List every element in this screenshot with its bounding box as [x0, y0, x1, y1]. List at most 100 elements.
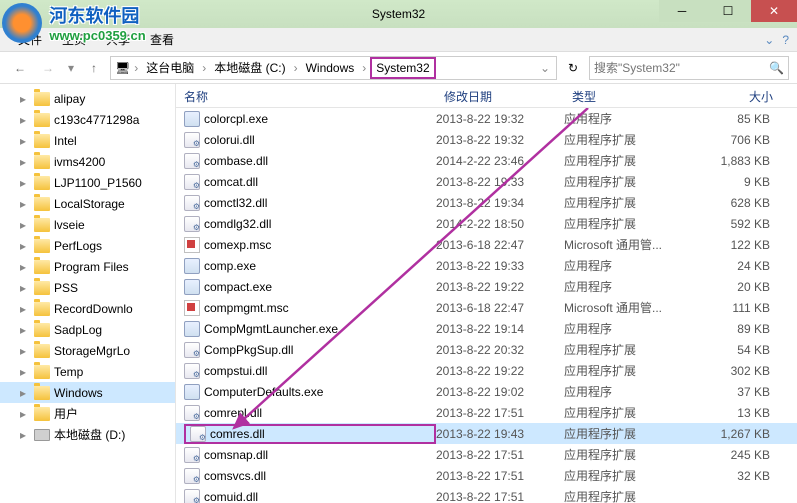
column-header-date[interactable]: 修改日期	[436, 84, 564, 107]
tree-item[interactable]: ▸PerfLogs	[0, 235, 175, 256]
file-row[interactable]: compstui.dll2013-8-22 19:22应用程序扩展302 KB	[176, 360, 797, 381]
file-row[interactable]: comcat.dll2013-8-22 19:33应用程序扩展9 KB	[176, 171, 797, 192]
breadcrumb-seg-pc[interactable]: 这台电脑	[142, 57, 198, 78]
expand-icon[interactable]: ▸	[20, 197, 32, 211]
address-dropdown-icon[interactable]: ⌄	[538, 61, 552, 75]
expand-icon[interactable]: ▸	[20, 92, 32, 106]
expand-icon[interactable]: ▸	[20, 428, 32, 442]
breadcrumb-seg-drive[interactable]: 本地磁盘 (C:)	[210, 57, 289, 78]
expand-icon[interactable]: ▸	[20, 113, 32, 127]
expand-icon[interactable]: ▸	[20, 344, 32, 358]
menu-share[interactable]: 共享	[96, 29, 140, 50]
column-header-type[interactable]: 类型	[564, 84, 682, 107]
file-size: 54 KB	[682, 343, 778, 357]
tree-item[interactable]: ▸Program Files	[0, 256, 175, 277]
file-row[interactable]: colorui.dll2013-8-22 19:32应用程序扩展706 KB	[176, 129, 797, 150]
expand-icon[interactable]: ▸	[20, 365, 32, 379]
column-header-name[interactable]: 名称	[176, 84, 436, 107]
back-button[interactable]: ←	[8, 56, 32, 80]
chevron-right-icon[interactable]: ›	[200, 61, 208, 75]
file-row[interactable]: comrepl.dll2013-8-22 17:51应用程序扩展13 KB	[176, 402, 797, 423]
tree-item[interactable]: ▸StorageMgrLo	[0, 340, 175, 361]
file-name: compstui.dll	[204, 364, 267, 378]
expand-icon[interactable]: ▸	[20, 239, 32, 253]
close-button[interactable]: ✕	[751, 0, 797, 22]
navigation-tree[interactable]: ▸alipay▸c193c4771298a▸Intel▸ivms4200▸LJP…	[0, 84, 176, 503]
file-row[interactable]: comres.dll2013-8-22 19:43应用程序扩展1,267 KB	[176, 423, 797, 444]
tree-item[interactable]: ▸PSS	[0, 277, 175, 298]
file-row[interactable]: combase.dll2014-2-22 23:46应用程序扩展1,883 KB	[176, 150, 797, 171]
file-name: comexp.msc	[204, 238, 271, 252]
expand-icon[interactable]: ▸	[20, 323, 32, 337]
expand-icon[interactable]: ▸	[20, 218, 32, 232]
search-input[interactable]	[594, 61, 769, 75]
tree-item-label: LocalStorage	[54, 197, 125, 211]
menu-file[interactable]: 文件	[8, 29, 52, 50]
file-row[interactable]: CompMgmtLauncher.exe2013-8-22 19:14应用程序8…	[176, 318, 797, 339]
expand-icon[interactable]: ▸	[20, 134, 32, 148]
up-button[interactable]: ↑	[82, 56, 106, 80]
tree-item[interactable]: ▸Temp	[0, 361, 175, 382]
file-row[interactable]: ComputerDefaults.exe2013-8-22 19:02应用程序3…	[176, 381, 797, 402]
file-list[interactable]: colorcpl.exe2013-8-22 19:32应用程序85 KBcolo…	[176, 108, 797, 503]
file-name: compact.exe	[204, 280, 272, 294]
tree-item-label: SadpLog	[54, 323, 102, 337]
file-row[interactable]: comdlg32.dll2014-2-22 18:50应用程序扩展592 KB	[176, 213, 797, 234]
file-row[interactable]: comexp.msc2013-6-18 22:47Microsoft 通用管..…	[176, 234, 797, 255]
expand-icon[interactable]: ▸	[20, 302, 32, 316]
folder-icon	[34, 407, 50, 421]
tree-item[interactable]: ▸RecordDownlo	[0, 298, 175, 319]
tree-item[interactable]: ▸ SadpLog	[0, 319, 175, 340]
tree-item[interactable]: ▸用户	[0, 403, 175, 424]
menu-home[interactable]: 主页	[52, 29, 96, 50]
file-row[interactable]: comctl32.dll2013-8-22 19:34应用程序扩展628 KB	[176, 192, 797, 213]
breadcrumb[interactable]: 🖥 › 这台电脑 › 本地磁盘 (C:) › Windows › System3…	[110, 56, 557, 80]
file-row[interactable]: compmgmt.msc2013-6-18 22:47Microsoft 通用管…	[176, 297, 797, 318]
file-size: 9 KB	[682, 175, 778, 189]
file-name-cell: compstui.dll	[184, 363, 436, 379]
tree-item[interactable]: ▸c193c4771298a	[0, 109, 175, 130]
expand-icon[interactable]: ▸	[20, 176, 32, 190]
file-row[interactable]: comp.exe2013-8-22 19:33应用程序24 KB	[176, 255, 797, 276]
minimize-button[interactable]: ─	[659, 0, 705, 22]
maximize-button[interactable]: ☐	[705, 0, 751, 22]
chevron-right-icon[interactable]: ›	[132, 61, 140, 75]
help-icon[interactable]: ?	[782, 33, 789, 47]
tree-item[interactable]: ▸LJP1100_P1560	[0, 172, 175, 193]
breadcrumb-seg-windows[interactable]: Windows	[302, 59, 359, 77]
file-row[interactable]: CompPkgSup.dll2013-8-22 20:32应用程序扩展54 KB	[176, 339, 797, 360]
expand-icon[interactable]: ▸	[20, 386, 32, 400]
menu-view[interactable]: 查看	[140, 29, 184, 50]
expand-icon[interactable]: ▸	[20, 155, 32, 169]
tree-item[interactable]: ▸Intel	[0, 130, 175, 151]
expand-icon[interactable]: ▸	[20, 260, 32, 274]
tree-item[interactable]: ▸lvseie	[0, 214, 175, 235]
expand-icon[interactable]: ▸	[20, 281, 32, 295]
refresh-button[interactable]: ↻	[561, 56, 585, 80]
file-date: 2013-8-22 17:51	[436, 490, 564, 503]
tree-item[interactable]: ▸Windows	[0, 382, 175, 403]
expand-icon[interactable]: ▸	[20, 407, 32, 421]
expand-ribbon-icon[interactable]: ⌄	[764, 33, 774, 47]
file-size: 1,883 KB	[682, 154, 778, 168]
tree-item[interactable]: ▸本地磁盘 (D:)	[0, 424, 175, 445]
forward-button[interactable]: →	[36, 56, 60, 80]
column-header-size[interactable]: 大小	[682, 84, 782, 107]
file-row[interactable]: compact.exe2013-8-22 19:22应用程序20 KB	[176, 276, 797, 297]
tree-item[interactable]: ▸ LocalStorage	[0, 193, 175, 214]
file-name: comdlg32.dll	[204, 217, 271, 231]
file-name: colorui.dll	[204, 133, 255, 147]
file-row[interactable]: comsvcs.dll2013-8-22 17:51应用程序扩展32 KB	[176, 465, 797, 486]
search-icon[interactable]: 🔍	[769, 61, 784, 75]
breadcrumb-seg-system32[interactable]: System32	[370, 57, 435, 79]
tree-item[interactable]: ▸ivms4200	[0, 151, 175, 172]
chevron-right-icon[interactable]: ›	[292, 61, 300, 75]
tree-item[interactable]: ▸alipay	[0, 88, 175, 109]
chevron-right-icon[interactable]: ›	[360, 61, 368, 75]
file-row[interactable]: colorcpl.exe2013-8-22 19:32应用程序85 KB	[176, 108, 797, 129]
file-type: 应用程序	[564, 383, 682, 400]
file-row[interactable]: comsnap.dll2013-8-22 17:51应用程序扩展245 KB	[176, 444, 797, 465]
file-row[interactable]: comuid.dll2013-8-22 17:51应用程序扩展	[176, 486, 797, 503]
search-box[interactable]: 🔍	[589, 56, 789, 80]
recent-dropdown[interactable]: ▾	[64, 56, 78, 80]
